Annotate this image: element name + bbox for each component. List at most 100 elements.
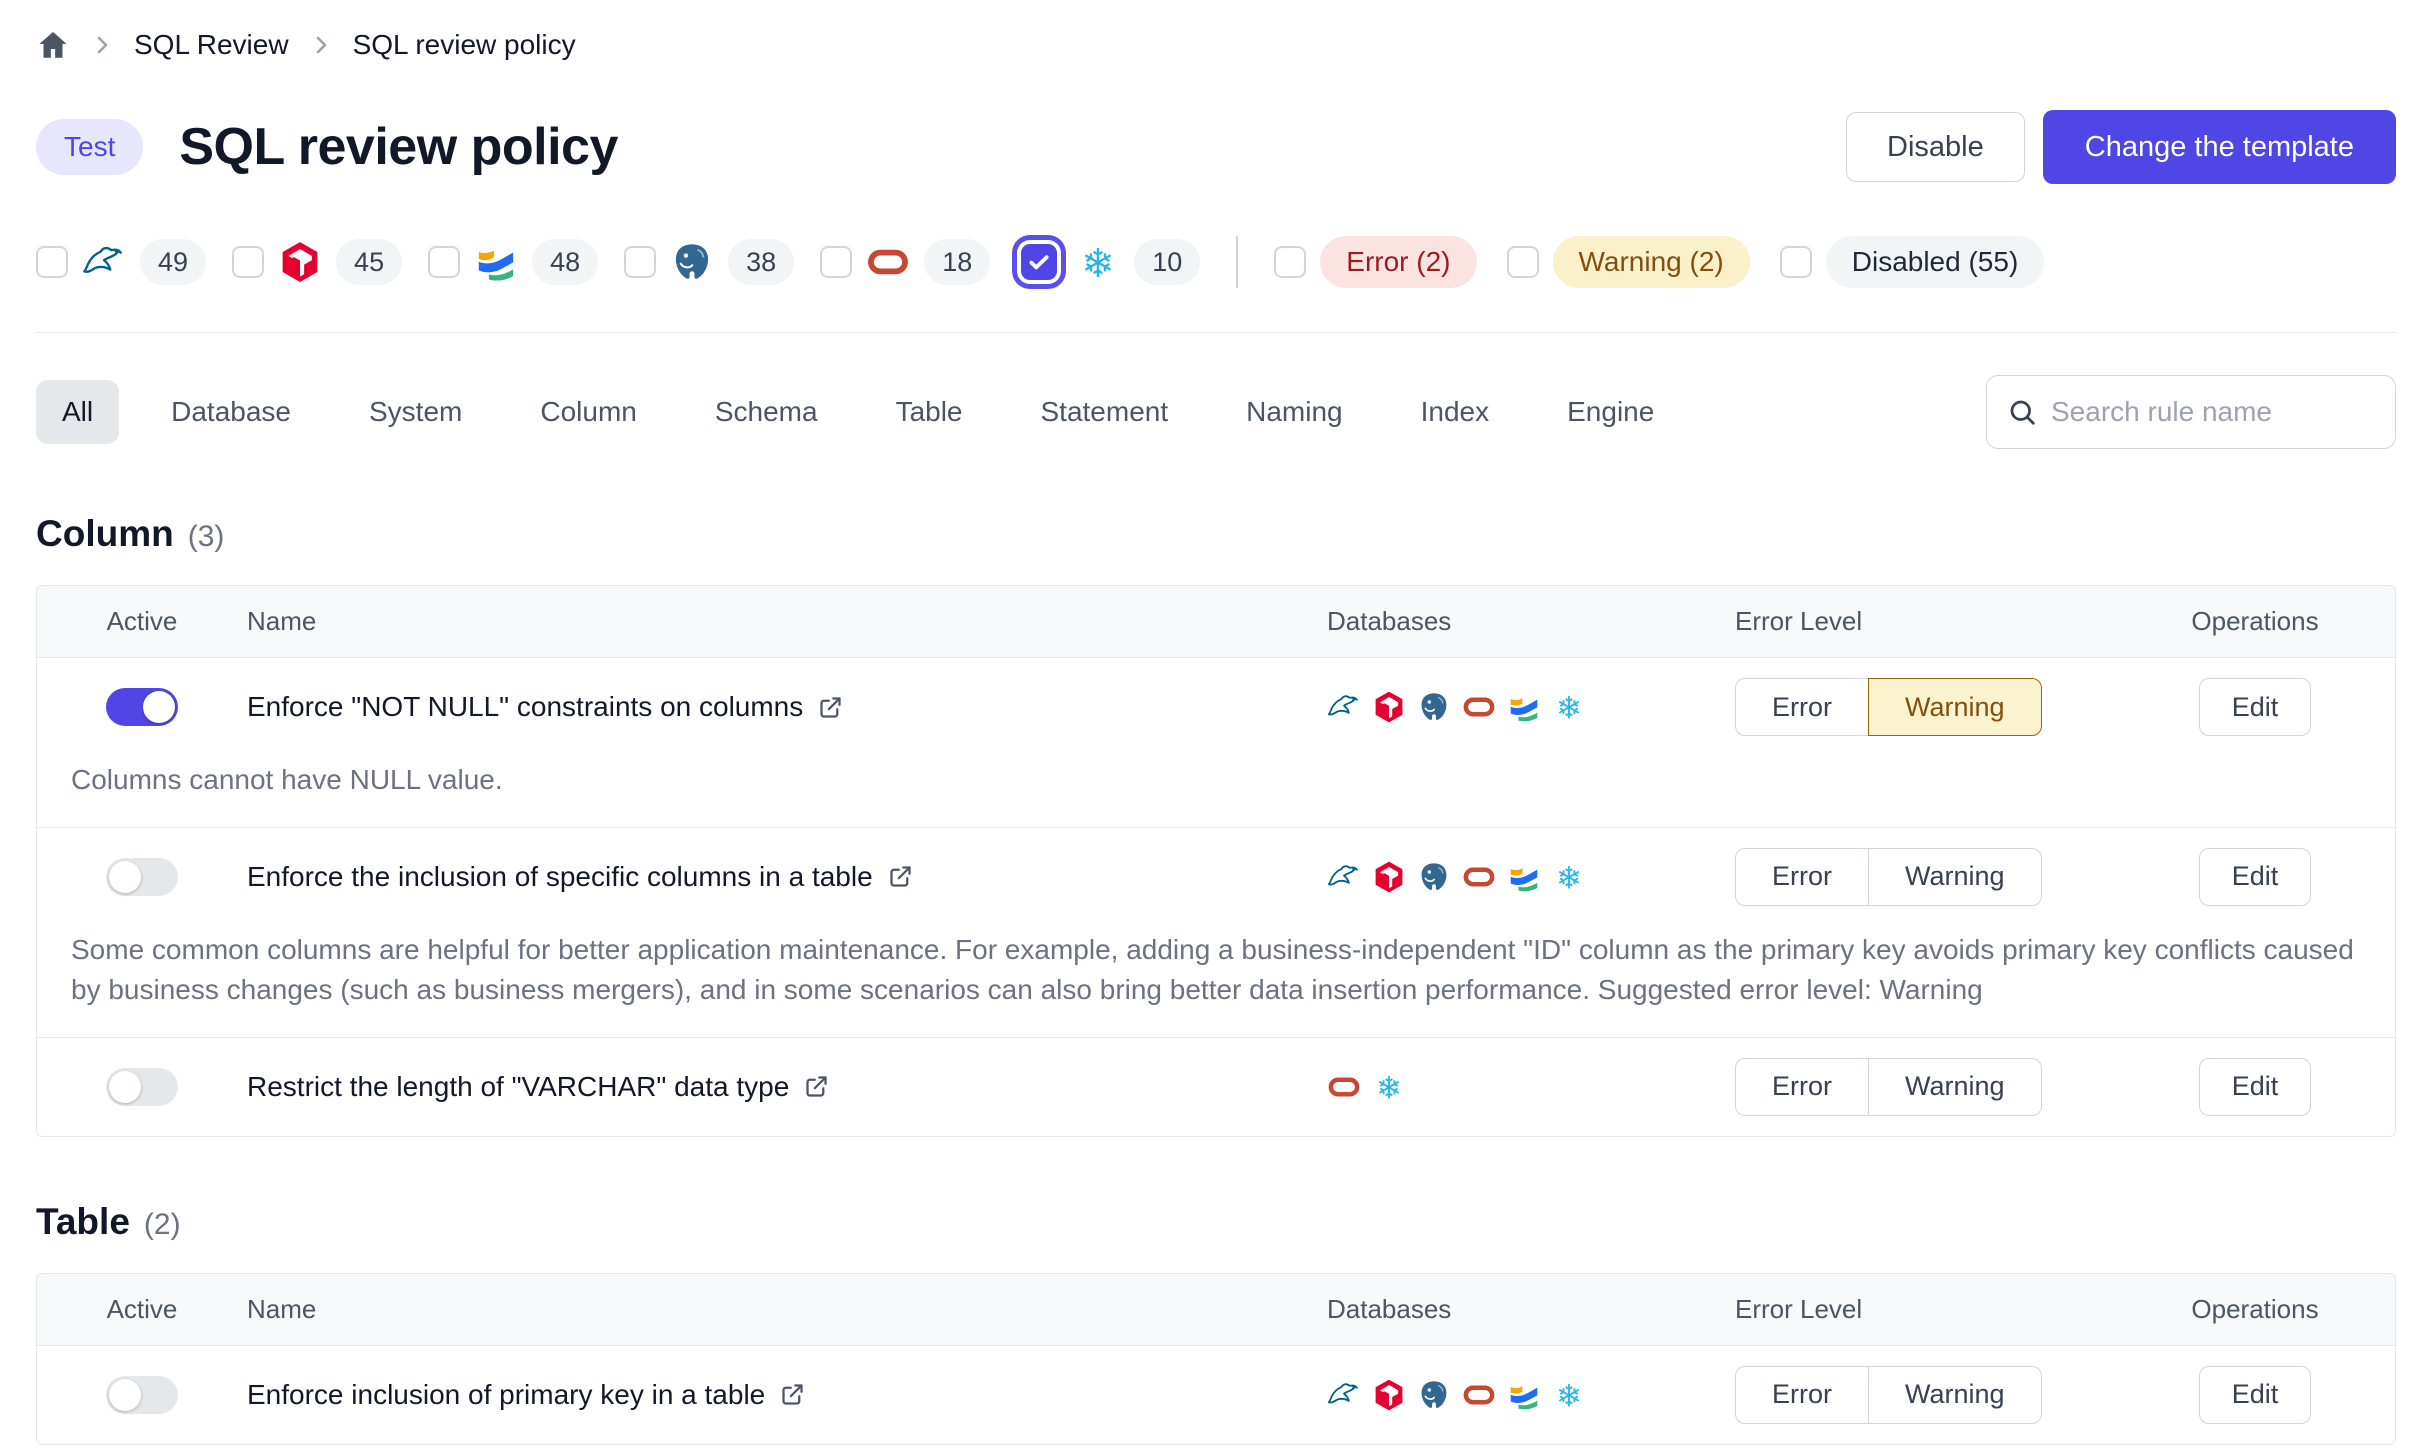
svg-text:❄: ❄ [1556,860,1582,893]
engine-filter-mysql[interactable]: 49 [36,239,206,285]
rule-active-cell [37,858,247,896]
tab-index[interactable]: Index [1395,380,1516,444]
mysql-icon [1327,860,1361,894]
checkbox[interactable] [624,246,656,278]
error-level-segmented-control: ErrorWarning [1735,848,2042,906]
error-level-button-warning[interactable]: Warning [1868,678,2042,736]
rule-row: Enforce "NOT NULL" constraints on column… [37,658,2395,827]
svg-text:❄: ❄ [1556,691,1582,724]
engine-filter-group: 49 45 48 38 18 ❄10 [36,239,1200,285]
oracle-icon [866,240,910,284]
edit-button[interactable]: Edit [2199,848,2312,906]
home-icon[interactable] [36,28,70,62]
level-filter-disabled[interactable]: Disabled (55) [1780,236,2045,288]
breadcrumb-sql-review[interactable]: SQL Review [134,29,289,61]
rule-active-toggle[interactable] [106,858,178,896]
breadcrumb-current-page[interactable]: SQL review policy [353,29,576,61]
engine-filter-oceanbase[interactable]: 48 [428,239,598,285]
rule-active-toggle[interactable] [106,1376,178,1414]
rule-error-level-cell: ErrorWarning [1705,848,2115,906]
error-level-button-error[interactable]: Error [1735,1058,1869,1116]
external-link-icon[interactable] [803,1073,830,1100]
tidb-icon [1372,860,1406,894]
level-filter-warning[interactable]: Warning (2) [1507,236,1750,288]
table-header-row: ActiveNameDatabasesError LevelOperations [37,1274,2395,1346]
checkbox[interactable] [1274,246,1306,278]
engine-filter-snowflake[interactable]: ❄10 [1016,239,1200,285]
error-level-button-error[interactable]: Error [1735,1366,1869,1424]
tab-statement[interactable]: Statement [1015,380,1195,444]
engine-filter-oracle[interactable]: 18 [820,239,990,285]
rule-row: Restrict the length of "VARCHAR" data ty… [37,1037,2395,1136]
column-header-active: Active [37,1294,247,1325]
mysql-icon [1327,1378,1361,1412]
tab-database[interactable]: Database [145,380,317,444]
external-link-icon[interactable] [779,1381,806,1408]
engine-filter-postgresql[interactable]: 38 [624,239,794,285]
tab-table[interactable]: Table [870,380,989,444]
edit-button[interactable]: Edit [2199,1366,2312,1424]
rule-databases-cell: ❄ [1305,860,1705,894]
error-level-button-warning[interactable]: Warning [1868,1058,2042,1116]
search-input[interactable] [2051,396,2375,428]
section-count: (2) [144,1208,181,1242]
snowflake-icon: ❄ [1552,690,1586,724]
external-link-icon[interactable] [817,694,844,721]
error-level-button-warning[interactable]: Warning [1868,1366,2042,1424]
tab-naming[interactable]: Naming [1220,380,1368,444]
tidb-icon [1372,690,1406,724]
checkbox[interactable] [36,246,68,278]
mysql-icon [82,240,126,284]
checkbox[interactable] [1507,246,1539,278]
tab-system[interactable]: System [343,380,488,444]
checkbox[interactable] [428,246,460,278]
rule-name: Restrict the length of "VARCHAR" data ty… [247,1071,789,1103]
change-template-button[interactable]: Change the template [2043,110,2396,184]
oceanbase-icon [474,240,518,284]
toggle-knob [109,1379,141,1411]
tab-schema[interactable]: Schema [689,380,844,444]
level-filter-error[interactable]: Error (2) [1274,236,1476,288]
rule-name-cell: Enforce "NOT NULL" constraints on column… [247,691,1305,723]
rule-name-cell: Restrict the length of "VARCHAR" data ty… [247,1071,1305,1103]
mysql-icon [1327,690,1361,724]
filter-row: 49 45 48 38 18 ❄10 Error (2) Warning (2) Disabl… [36,236,2396,288]
disable-button[interactable]: Disable [1846,112,2025,182]
rule-name: Enforce the inclusion of specific column… [247,861,873,893]
error-level-button-error[interactable]: Error [1735,848,1869,906]
checkbox[interactable] [1021,244,1057,280]
rule-active-cell [37,1068,247,1106]
tab-column[interactable]: Column [514,380,662,444]
error-level-button-error[interactable]: Error [1735,678,1869,736]
rule-databases-cell: ❄ [1305,1070,1705,1104]
external-link-icon[interactable] [887,863,914,890]
section-heading-table: Table(2) [36,1201,2396,1243]
checkbox[interactable] [232,246,264,278]
snowflake-icon: ❄ [1552,860,1586,894]
checkbox[interactable] [1780,246,1812,278]
engine-count-badge: 48 [532,239,598,285]
toggle-knob [109,1071,141,1103]
rules-table-table: ActiveNameDatabasesError LevelOperations… [36,1273,2396,1445]
svg-text:❄: ❄ [1376,1070,1402,1103]
checkbox[interactable] [820,246,852,278]
tab-engine[interactable]: Engine [1541,380,1680,444]
column-header-name: Name [247,1294,1305,1325]
rule-error-level-cell: ErrorWarning [1705,1366,2115,1424]
rule-active-toggle[interactable] [106,1068,178,1106]
edit-button[interactable]: Edit [2199,1058,2312,1116]
rule-error-level-cell: ErrorWarning [1705,678,2115,736]
oceanbase-icon [1507,690,1541,724]
postgresql-icon [670,240,714,284]
environment-badge[interactable]: Test [36,119,143,175]
engine-count-badge: 49 [140,239,206,285]
column-header-operations: Operations [2115,1294,2395,1325]
rule-active-toggle[interactable] [106,688,178,726]
edit-button[interactable]: Edit [2199,678,2312,736]
level-badge: Error (2) [1320,236,1476,288]
error-level-button-warning[interactable]: Warning [1868,848,2042,906]
tab-all[interactable]: All [36,380,119,444]
oracle-icon [1462,1378,1496,1412]
engine-filter-tidb[interactable]: 45 [232,239,402,285]
tidb-icon [278,240,322,284]
